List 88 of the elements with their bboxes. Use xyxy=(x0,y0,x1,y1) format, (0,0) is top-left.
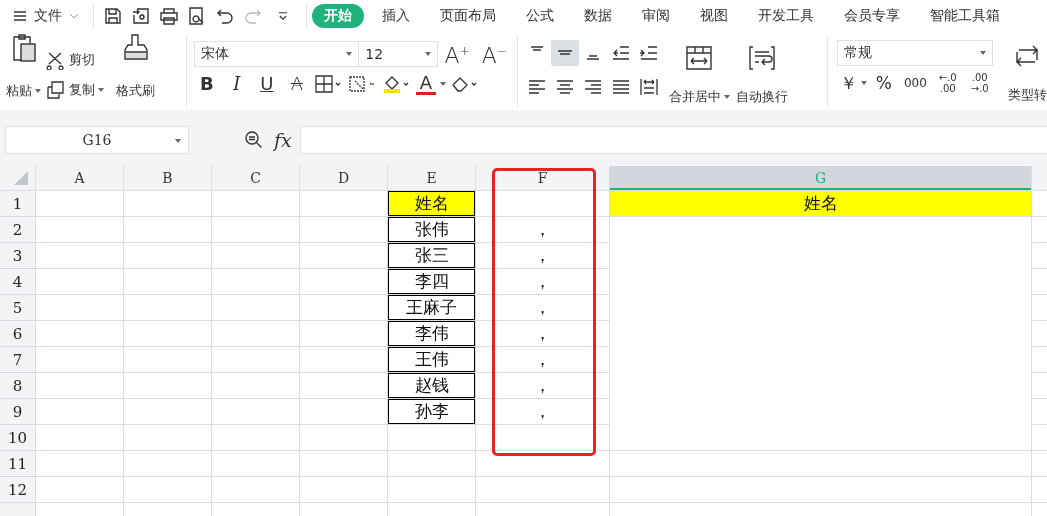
table-cell: 王麻子 xyxy=(388,295,475,320)
caret-icon[interactable] xyxy=(860,81,867,85)
caret-icon xyxy=(346,51,353,56)
column-header[interactable]: D xyxy=(300,166,387,190)
thousands-button[interactable]: 000 xyxy=(900,72,930,94)
currency-button[interactable]: ￥ xyxy=(836,72,857,94)
caret-icon xyxy=(979,51,986,55)
save-icon[interactable] xyxy=(103,6,123,26)
row-header[interactable]: 7 xyxy=(0,347,35,372)
table-cell: ， xyxy=(476,347,609,372)
ribbon-tab[interactable]: 智能工具箱 xyxy=(930,4,1000,28)
cut-button[interactable]: 剪切 xyxy=(45,50,104,70)
table-cell: 赵钱 xyxy=(388,373,475,398)
function-label[interactable]: fx xyxy=(274,129,292,151)
row-header[interactable]: 11 xyxy=(0,451,35,476)
ribbon-tab[interactable]: 插入 xyxy=(382,4,410,28)
merge-center-button[interactable]: 合并居中 xyxy=(668,40,730,106)
zoom-icon[interactable] xyxy=(244,130,264,150)
row-header[interactable]: 10 xyxy=(0,425,35,450)
font-size-select[interactable]: 12 xyxy=(358,40,438,67)
font-color-button[interactable]: A xyxy=(415,73,436,95)
file-menu[interactable]: 文件 xyxy=(12,7,80,25)
decrease-font-button[interactable]: A$^{−}$ xyxy=(478,40,512,68)
copy-icon xyxy=(45,80,65,100)
triangle-icon xyxy=(13,170,29,186)
increase-font-button[interactable]: A$^{+}$ xyxy=(441,40,475,68)
table-cell: ， xyxy=(476,243,609,268)
caret-icon xyxy=(98,88,104,92)
underline-button[interactable]: U xyxy=(253,73,280,96)
ribbon-tab[interactable]: 公式 xyxy=(526,4,554,28)
row-header[interactable]: 6 xyxy=(0,321,35,346)
ribbon-tab[interactable]: 开发工具 xyxy=(758,4,814,28)
row-header[interactable]: 9 xyxy=(0,399,35,424)
table-cell: 张三 xyxy=(388,243,475,268)
column-header[interactable]: E xyxy=(388,166,475,190)
font-select[interactable]: 宋体 xyxy=(193,40,360,67)
table-cell: ， xyxy=(476,295,609,320)
row-header[interactable]: 1 xyxy=(0,191,35,216)
table-cell: 李伟 xyxy=(388,321,475,346)
bold-button[interactable]: B xyxy=(193,73,220,96)
menu-icon xyxy=(12,8,28,24)
table-cell: ， xyxy=(476,269,609,294)
percent-button[interactable]: % xyxy=(870,72,897,94)
table-cell: 李四 xyxy=(388,269,475,294)
row-header[interactable]: 12 xyxy=(0,477,35,502)
row-header[interactable]: 3 xyxy=(0,243,35,268)
decimal-button[interactable]: .00 →.0 xyxy=(965,72,994,94)
table-cell: 孙李 xyxy=(388,399,475,424)
ribbon-tab[interactable]: 页面布局 xyxy=(440,4,496,28)
column-header[interactable]: A xyxy=(36,166,123,190)
scissors-icon xyxy=(45,50,65,70)
table-cell: 姓名 xyxy=(388,191,475,216)
format-painter-button[interactable]: 格式刷 xyxy=(116,24,155,100)
alignment-icon[interactable] xyxy=(550,40,579,66)
strikethrough-button[interactable]: A xyxy=(283,73,310,96)
row-header[interactable]: 4 xyxy=(0,269,35,294)
type-convert-button[interactable]: 类型转 xyxy=(1008,32,1047,104)
paste-button[interactable]: 粘贴 xyxy=(6,24,41,100)
caret-icon[interactable] xyxy=(439,82,446,87)
row-header[interactable]: 2 xyxy=(0,217,35,242)
table-cell: 姓名 xyxy=(610,191,1031,216)
column-header[interactable]: B xyxy=(124,166,211,190)
caret-icon xyxy=(175,139,181,143)
ribbon-tab[interactable]: 数据 xyxy=(584,4,612,28)
table-cell: ， xyxy=(476,373,609,398)
table-cell: ， xyxy=(476,217,609,242)
table-cell: 王伟 xyxy=(388,347,475,372)
ribbon-tab[interactable]: 会员专享 xyxy=(844,4,900,28)
number-format-select[interactable]: 常规 xyxy=(836,40,993,66)
italic-button[interactable]: I xyxy=(223,73,250,96)
decimal-button[interactable]: ←.0 .00 xyxy=(933,72,962,94)
ribbon-tab[interactable]: 审阅 xyxy=(642,4,670,28)
formula-input[interactable] xyxy=(299,126,1047,154)
row-header[interactable]: 8 xyxy=(0,373,35,398)
ribbon-tab[interactable]: 视图 xyxy=(700,4,728,28)
column-header[interactable]: C xyxy=(212,166,299,190)
caret-icon xyxy=(35,89,41,93)
print-icon[interactable] xyxy=(159,6,179,26)
row-header[interactable]: 5 xyxy=(0,295,35,320)
export-icon[interactable] xyxy=(131,6,151,26)
caret-icon xyxy=(424,51,431,56)
copy-button[interactable]: 复制 xyxy=(45,80,104,100)
wrap-text-button[interactable]: 自动换行 xyxy=(735,40,788,106)
table-cell: ， xyxy=(476,399,609,424)
name-box[interactable]: G16 xyxy=(5,126,189,154)
table-cell: 张伟 xyxy=(388,217,475,242)
table-cell: ， xyxy=(476,321,609,346)
caret-icon xyxy=(723,95,730,99)
